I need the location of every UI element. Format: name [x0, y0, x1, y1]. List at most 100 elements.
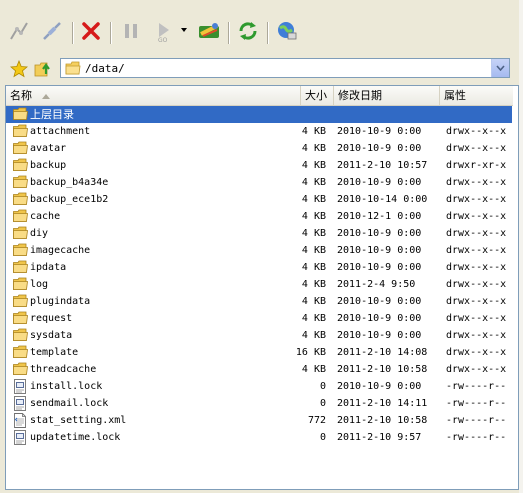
file-row[interactable]: diy 4 KB 2010-10-9 0:00 drwx--x--x	[6, 225, 512, 242]
file-name: backup	[30, 160, 67, 171]
file-attributes: drwx--x--x	[446, 364, 507, 375]
folder-icon	[65, 61, 81, 78]
file-date: 2010-10-9 0:00	[337, 177, 422, 188]
pause-icon[interactable]	[119, 19, 143, 43]
folder-icon	[13, 226, 28, 241]
folder-icon	[13, 175, 28, 190]
file-row[interactable]: backup 4 KB 2011-2-10 10:57 drwxr-xr-x	[6, 157, 512, 174]
file-list[interactable]: 名称 大小 修改日期 属性 上层目录 attachment 4 KB 2010-…	[5, 85, 519, 490]
folder-up-icon[interactable]	[34, 60, 52, 81]
column-name[interactable]: 名称	[6, 86, 301, 105]
folder-icon	[13, 294, 28, 309]
file-row[interactable]: backup_ece1b2 4 KB 2010-10-14 0:00 drwx-…	[6, 191, 512, 208]
file-size: 4 KB	[301, 160, 326, 171]
file-attributes: -rw----r--	[446, 381, 507, 392]
file-attributes: -rw----r--	[446, 415, 507, 426]
file-date: 2010-10-9 0:00	[337, 228, 422, 239]
file-size: 4 KB	[301, 126, 326, 137]
file-name: cache	[30, 211, 61, 222]
disconnect-icon[interactable]	[40, 19, 64, 43]
file-row[interactable]: avatar 4 KB 2010-10-9 0:00 drwx--x--x	[6, 140, 512, 157]
file-name: plugindata	[30, 296, 91, 307]
file-date: 2010-10-9 0:00	[337, 245, 422, 256]
column-date[interactable]: 修改日期	[334, 86, 440, 105]
file-row[interactable]: imagecache 4 KB 2010-10-9 0:00 drwx--x--…	[6, 242, 512, 259]
file-attributes: drwx--x--x	[446, 177, 507, 188]
file-date: 2011-2-10 10:58	[337, 364, 428, 375]
file-attributes: drwx--x--x	[446, 143, 507, 154]
file-name: backup_ece1b2	[30, 194, 109, 205]
file-row[interactable]: request 4 KB 2010-10-9 0:00 drwx--x--x	[6, 310, 512, 327]
address-field[interactable]: /data/	[60, 58, 510, 78]
file-row[interactable]: threadcache 4 KB 2011-2-10 10:58 drwx--x…	[6, 361, 512, 378]
file-date: 2011-2-10 14:08	[337, 347, 428, 358]
file-name: avatar	[30, 143, 67, 154]
refresh-icon[interactable]	[236, 19, 260, 43]
toolbar-separator	[267, 22, 269, 44]
parent-directory-row[interactable]: 上层目录	[6, 106, 512, 123]
file-size: 16 KB	[295, 347, 326, 358]
file-row[interactable]: stat_setting.xml 772 2011-2-10 10:58 -rw…	[6, 412, 512, 429]
file-date: 2010-10-9 0:00	[337, 313, 422, 324]
file-date: 2010-10-9 0:00	[337, 126, 422, 137]
column-name-label: 名称	[10, 89, 32, 102]
file-row[interactable]: updatetime.lock 0 2011-2-10 9:57 -rw----…	[6, 429, 512, 446]
address-dropdown-button[interactable]	[491, 59, 509, 77]
star-favorites-icon[interactable]	[10, 59, 28, 81]
folder-icon	[13, 345, 28, 360]
file-date: 2010-10-9 0:00	[337, 381, 422, 392]
lock-file-icon	[13, 430, 28, 445]
file-attributes: drwx--x--x	[446, 194, 507, 205]
file-name: attachment	[30, 126, 91, 137]
file-size: 4 KB	[301, 330, 326, 341]
file-date: 2011-2-4 9:50	[337, 279, 416, 290]
folder-icon	[13, 124, 28, 139]
play-go-icon[interactable]: GO	[152, 19, 176, 43]
chevron-down-icon[interactable]	[181, 28, 187, 32]
file-row[interactable]: sysdata 4 KB 2010-10-9 0:00 drwx--x--x	[6, 327, 512, 344]
file-date: 2011-2-10 9:57	[337, 432, 422, 443]
file-size: 4 KB	[301, 313, 326, 324]
file-row[interactable]: log 4 KB 2011-2-4 9:50 drwx--x--x	[6, 276, 512, 293]
file-name: request	[30, 313, 73, 324]
file-size: 4 KB	[301, 177, 326, 188]
file-name: sendmail.lock	[30, 398, 109, 409]
file-row[interactable]: cache 4 KB 2010-12-1 0:00 drwx--x--x	[6, 208, 512, 225]
column-size[interactable]: 大小	[301, 86, 334, 105]
file-name: ipdata	[30, 262, 67, 273]
toolbar-separator	[72, 22, 74, 44]
file-attributes: drwx--x--x	[446, 228, 507, 239]
toolbar: GO	[0, 0, 523, 52]
file-row[interactable]: plugindata 4 KB 2010-10-9 0:00 drwx--x--…	[6, 293, 512, 310]
svg-text:GO: GO	[158, 37, 168, 42]
cancel-x-icon[interactable]	[79, 19, 103, 43]
folder-icon	[13, 192, 28, 207]
column-attr[interactable]: 属性	[440, 86, 518, 105]
folder-icon	[13, 260, 28, 275]
file-size: 4 KB	[301, 364, 326, 375]
file-attributes: drwx--x--x	[446, 313, 507, 324]
file-name: log	[30, 279, 49, 290]
lock-file-icon	[13, 379, 28, 394]
file-attributes: drwx--x--x	[446, 279, 507, 290]
file-row[interactable]: backup_b4a34e 4 KB 2010-10-9 0:00 drwx--…	[6, 174, 512, 191]
file-attributes: drwxr-xr-x	[446, 160, 507, 171]
globe-network-icon[interactable]	[275, 19, 299, 43]
chevron-down-icon	[496, 65, 505, 71]
file-row[interactable]: template 16 KB 2011-2-10 14:08 drwx--x--…	[6, 344, 512, 361]
file-row[interactable]: attachment 4 KB 2010-10-9 0:00 drwx--x--…	[6, 123, 512, 140]
file-row[interactable]: sendmail.lock 0 2011-2-10 14:11 -rw----r…	[6, 395, 512, 412]
xml-file-icon	[13, 413, 28, 428]
file-date: 2010-10-9 0:00	[337, 262, 422, 273]
file-size: 4 KB	[301, 143, 326, 154]
connect-icon[interactable]	[7, 19, 31, 43]
folder-icon	[13, 328, 28, 343]
file-name: diy	[30, 228, 49, 239]
file-row[interactable]: install.lock 0 2010-10-9 0:00 -rw----r--	[6, 378, 512, 395]
transfer-queue-icon[interactable]	[197, 19, 221, 43]
column-date-label: 修改日期	[338, 89, 382, 102]
file-row[interactable]: ipdata 4 KB 2010-10-9 0:00 drwx--x--x	[6, 259, 512, 276]
file-size: 4 KB	[301, 245, 326, 256]
address-bar: /data/	[0, 56, 523, 82]
file-size: 4 KB	[301, 211, 326, 222]
